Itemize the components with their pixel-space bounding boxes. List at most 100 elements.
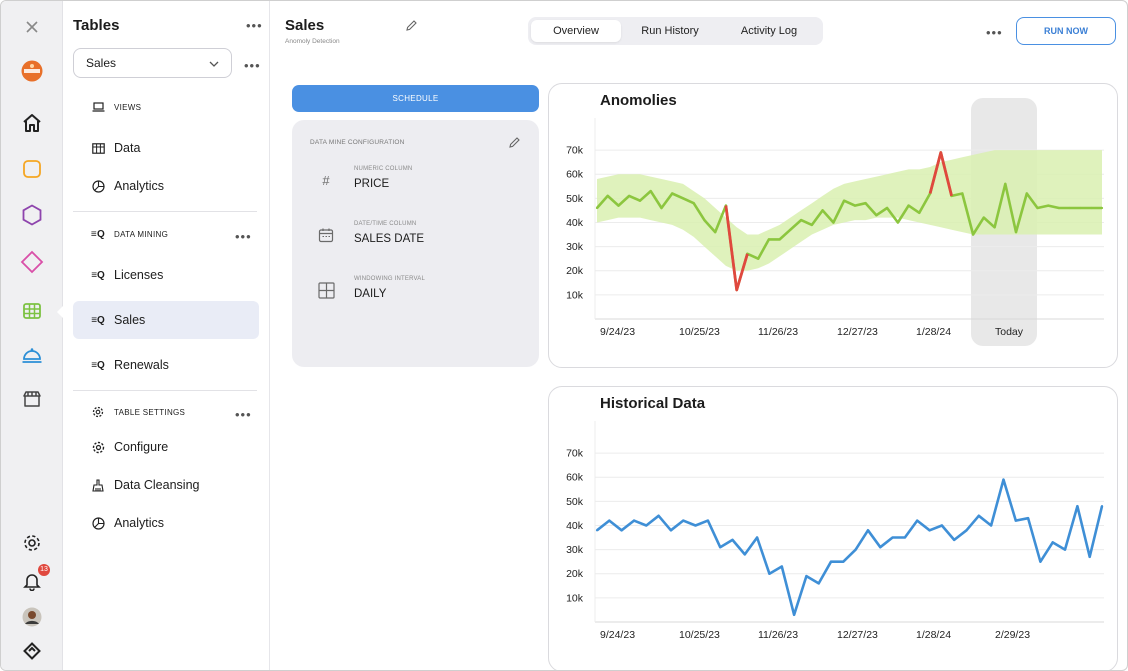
data-mine-icon: ≡Q <box>91 314 105 326</box>
panel-more-icon[interactable]: ••• <box>246 19 263 32</box>
data-point <box>757 257 760 260</box>
tab-overview[interactable]: Overview <box>531 20 621 42</box>
grid-icon <box>316 280 336 300</box>
y-tick-label: 30k <box>566 544 584 556</box>
divider <box>73 211 257 212</box>
data-point <box>1068 206 1071 210</box>
tab-activity-log[interactable]: Activity Log <box>719 20 819 42</box>
data-point <box>891 536 894 539</box>
store-icon[interactable] <box>20 387 44 411</box>
data-point <box>1004 182 1007 185</box>
run-now-button[interactable]: RUN NOW <box>1016 17 1116 45</box>
x-tick-label: 11/26/23 <box>758 629 798 641</box>
bell-icon[interactable]: 13 <box>20 564 50 593</box>
data-point <box>993 226 996 229</box>
diamond-icon[interactable] <box>20 250 44 274</box>
table-settings-more-icon[interactable]: ••• <box>235 408 252 421</box>
data-point <box>703 218 706 222</box>
data-point <box>896 221 899 224</box>
data-point <box>886 206 889 210</box>
data-point <box>1100 206 1104 210</box>
gear-icon <box>91 441 105 454</box>
square-icon[interactable] <box>20 157 44 181</box>
table-grid-icon[interactable] <box>20 299 44 323</box>
nav-item-data[interactable]: Data <box>73 129 259 167</box>
data-point <box>842 560 845 563</box>
data-point <box>767 238 771 241</box>
edit-config-icon[interactable] <box>508 136 521 154</box>
tab-run-history[interactable]: Run History <box>621 20 719 42</box>
data-point <box>903 536 907 539</box>
data-point <box>595 529 599 532</box>
data-point <box>743 553 746 556</box>
data-mine-config-card: DATA MINE CONFIGURATION # NUMERIC COLUMN… <box>292 120 539 367</box>
data-point <box>1036 206 1039 210</box>
data-point <box>928 529 931 532</box>
nav-item-renewals[interactable]: ≡Q Renewals <box>73 346 259 384</box>
data-point <box>982 216 985 219</box>
data-point <box>843 199 846 202</box>
data-point <box>1039 560 1042 563</box>
data-point <box>714 231 717 234</box>
data-point <box>1090 206 1093 210</box>
table-settings-section-header: TABLE SETTINGS <box>73 393 259 431</box>
data-point <box>1026 517 1030 520</box>
brand-logo[interactable] <box>20 59 44 83</box>
data-mine-icon: ≡Q <box>91 359 105 371</box>
gear-icon[interactable] <box>20 531 44 555</box>
data-point <box>961 192 964 195</box>
notification-badge: 13 <box>38 564 50 576</box>
x-tick-label: 2/29/23 <box>995 629 1030 641</box>
data-point <box>866 529 870 532</box>
data-point <box>1025 192 1028 195</box>
nav-item-analytics[interactable]: Analytics <box>73 167 259 205</box>
data-point <box>649 189 652 193</box>
nav-item-licenses[interactable]: ≡Q Licenses <box>73 256 259 294</box>
config-value: PRICE <box>354 178 390 190</box>
x-tick-label: 11/26/23 <box>758 326 798 338</box>
data-point <box>660 206 663 210</box>
data-point <box>800 218 803 222</box>
y-tick-label: 50k <box>566 496 584 508</box>
hexagon-icon[interactable] <box>20 203 44 227</box>
x-tick-label: 10/25/23 <box>679 629 720 641</box>
schedule-button[interactable]: SCHEDULE <box>292 85 539 112</box>
data-point <box>821 209 824 212</box>
table-select[interactable]: Sales <box>73 48 232 78</box>
data-point <box>875 214 878 217</box>
data-point <box>940 524 943 527</box>
home-icon[interactable] <box>20 111 44 135</box>
pie-chart-icon <box>91 516 105 530</box>
data-point <box>1051 541 1054 544</box>
header-more-icon[interactable]: ••• <box>986 26 1003 39</box>
data-point <box>1100 505 1104 508</box>
data-point <box>719 546 722 549</box>
historical-chart-card: Historical Data 70k 60k 50k 40k 30k 20k 10k 9/2… <box>548 386 1118 670</box>
data-point <box>854 548 857 551</box>
data-point <box>1063 548 1067 551</box>
nav-item-data-cleansing[interactable]: Data Cleansing <box>73 466 259 504</box>
data-point <box>1057 206 1061 210</box>
avatar[interactable] <box>20 605 44 629</box>
data-point <box>669 529 673 532</box>
divider <box>73 390 257 391</box>
data-point <box>595 206 599 210</box>
close-icon[interactable] <box>20 15 44 39</box>
app-switch-icon[interactable] <box>20 639 44 663</box>
edit-title-icon[interactable] <box>405 19 418 37</box>
page-title: Sales <box>285 17 325 34</box>
data-point <box>1088 555 1091 558</box>
cloche-icon[interactable] <box>20 343 44 367</box>
data-point <box>731 538 734 542</box>
nav-item-sales[interactable]: ≡Q Sales <box>73 301 259 339</box>
data-mining-more-icon[interactable]: ••• <box>235 230 252 243</box>
table-more-icon[interactable]: ••• <box>244 59 261 72</box>
tables-panel: Tables ••• Sales ••• VIEWS Data Analytic… <box>63 1 270 670</box>
config-heading: DATA MINE CONFIGURATION <box>310 139 405 146</box>
nav-item-configure[interactable]: Configure <box>73 428 259 466</box>
laptop-icon <box>91 102 105 112</box>
x-tick-label: 10/25/23 <box>679 326 720 338</box>
data-point <box>1047 204 1050 207</box>
nav-item-settings-analytics[interactable]: Analytics <box>73 504 259 542</box>
data-point <box>977 514 980 517</box>
